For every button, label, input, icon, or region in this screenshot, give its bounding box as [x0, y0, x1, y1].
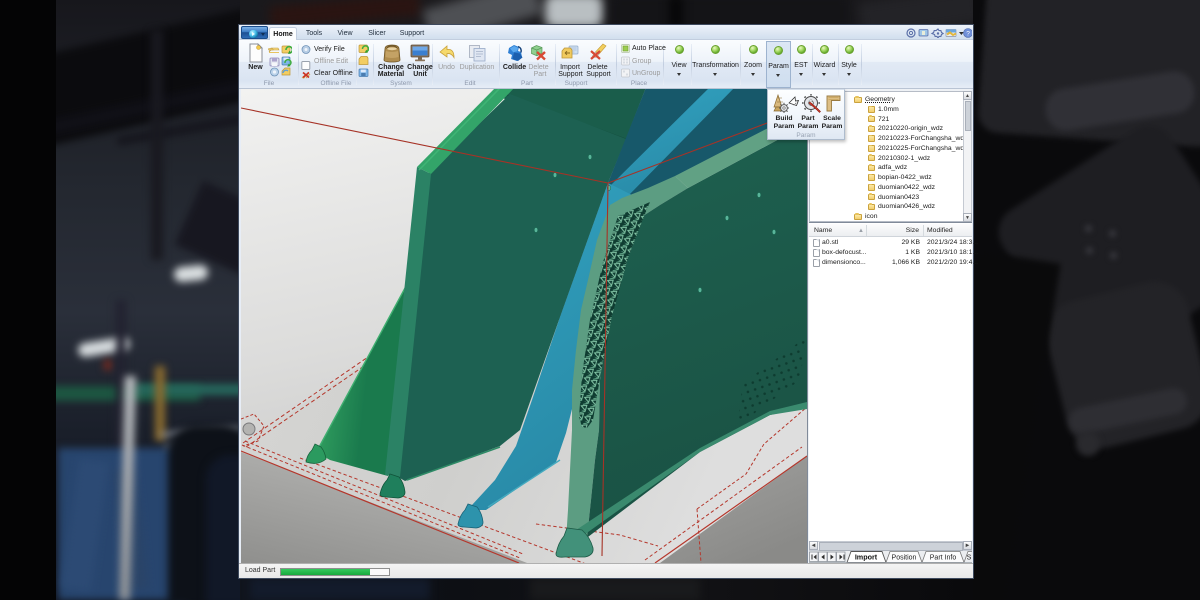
- svg-text:?: ?: [966, 30, 970, 37]
- svg-text:Import: Import: [855, 553, 878, 562]
- svg-text:Position: Position: [892, 555, 917, 562]
- svg-text:S: S: [967, 555, 972, 562]
- svg-text:Part Info: Part Info: [930, 555, 957, 562]
